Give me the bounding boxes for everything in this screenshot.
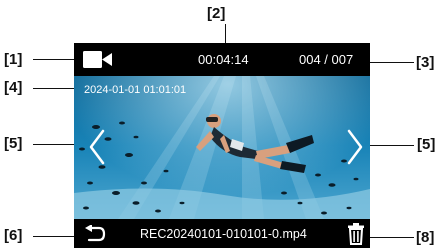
leader-line-6 bbox=[33, 236, 75, 237]
bottom-action-bar: REC20240101-010101-0.mp4 bbox=[74, 219, 370, 248]
callout-5-left: [5] bbox=[4, 135, 23, 152]
elapsed-time: 00:04:14 bbox=[198, 52, 249, 67]
chevron-right-icon[interactable] bbox=[346, 129, 364, 165]
callout-5-right: [5] bbox=[417, 136, 436, 153]
recorded-timestamp: 2024-01-01 01:01:01 bbox=[84, 84, 187, 96]
leader-line-1 bbox=[33, 59, 75, 60]
video-camera-icon bbox=[83, 51, 112, 68]
file-counter: 004 / 007 bbox=[299, 52, 354, 67]
top-status-bar: 00:04:14 004 / 007 bbox=[74, 43, 370, 76]
video-filename: REC20240101-010101-0.mp4 bbox=[140, 227, 307, 241]
callout-8: [8] bbox=[416, 229, 435, 246]
back-arrow-icon[interactable] bbox=[84, 225, 106, 243]
callout-4: [4] bbox=[4, 79, 23, 96]
leader-line-4 bbox=[33, 88, 75, 89]
chevron-left-icon[interactable] bbox=[88, 129, 106, 165]
trash-icon[interactable] bbox=[347, 223, 365, 245]
callout-2: [2] bbox=[207, 5, 226, 22]
leader-line-5-right bbox=[363, 145, 414, 146]
callout-1: [1] bbox=[4, 51, 23, 68]
callout-6: [6] bbox=[4, 227, 23, 244]
callout-3: [3] bbox=[416, 54, 435, 71]
leader-line-8 bbox=[370, 237, 414, 238]
playback-screen: 00:04:14 004 / 007 2024-01-01 01:01:01 R… bbox=[74, 43, 370, 248]
leader-line-3 bbox=[370, 62, 414, 63]
